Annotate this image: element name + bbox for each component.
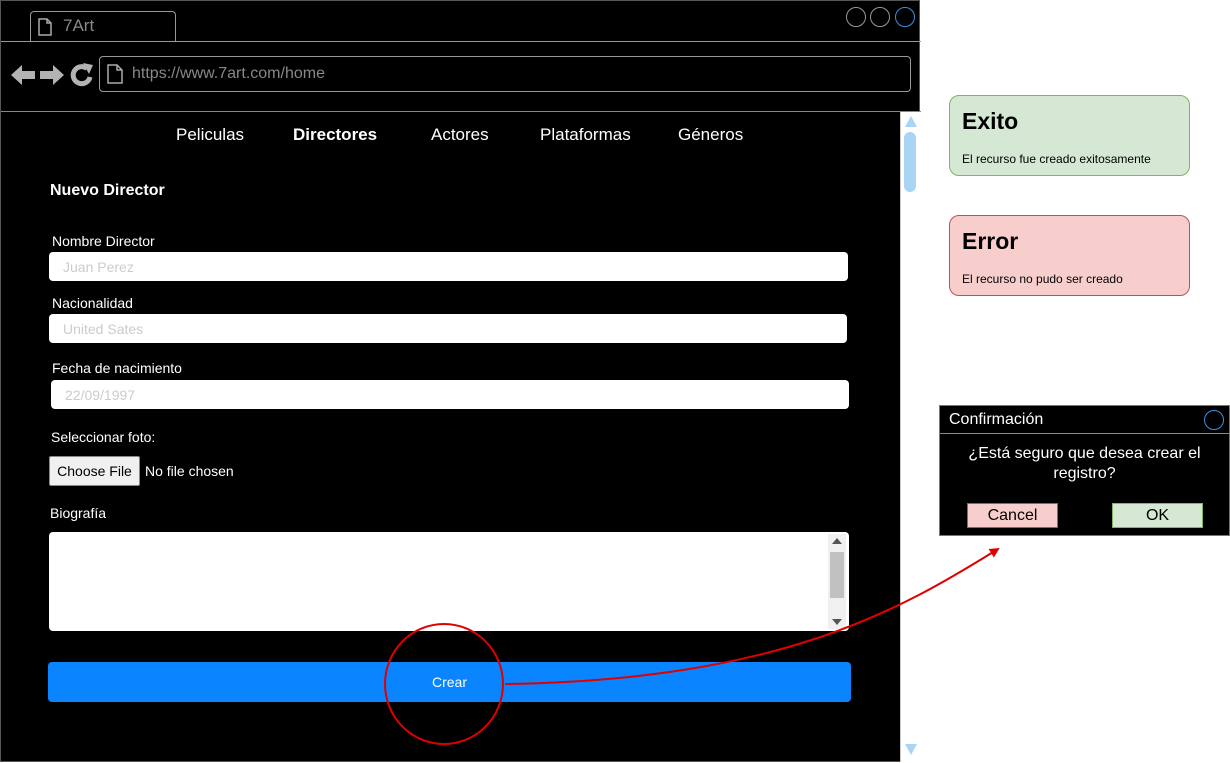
browser-window: 7Art https://www.7art.com/home Peliculas… bbox=[0, 0, 921, 762]
page-scrollbar[interactable] bbox=[900, 112, 920, 762]
nacionalidad-input[interactable] bbox=[49, 314, 847, 343]
minimize-button[interactable] bbox=[846, 7, 866, 27]
scroll-down-arrow-icon[interactable] bbox=[905, 744, 917, 755]
chrome-divider bbox=[1, 111, 921, 112]
fecha-input[interactable] bbox=[51, 380, 849, 409]
fecha-label: Fecha de nacimiento bbox=[52, 360, 182, 376]
biografia-label: Biografía bbox=[50, 505, 107, 521]
nacionalidad-label: Nacionalidad bbox=[52, 295, 133, 311]
error-title: Error bbox=[962, 228, 1019, 254]
tab-title: 7Art bbox=[63, 16, 95, 35]
crear-button[interactable]: Crear bbox=[48, 662, 851, 702]
error-message: El recurso no pudo ser creado bbox=[962, 272, 1123, 286]
nav-item-plataformas[interactable]: Plataformas bbox=[540, 125, 631, 145]
maximize-button[interactable] bbox=[870, 7, 890, 27]
scroll-up-arrow-icon[interactable] bbox=[905, 116, 917, 127]
foto-label: Seleccionar foto: bbox=[51, 429, 156, 445]
success-title: Exito bbox=[962, 108, 1019, 134]
form-title: Nuevo Director bbox=[50, 182, 165, 199]
dialog-cancel-button[interactable]: Cancel bbox=[967, 503, 1058, 528]
textarea-scroll-down-icon[interactable] bbox=[832, 619, 842, 625]
dialog-question: ¿Está seguro que desea crear el registro… bbox=[968, 445, 1201, 482]
tab-divider bbox=[1, 41, 921, 42]
address-bar[interactable]: https://www.7art.com/home bbox=[99, 56, 911, 92]
dialog-title: Confirmación bbox=[949, 411, 1044, 428]
nombre-label: Nombre Director bbox=[52, 233, 155, 249]
scroll-thumb[interactable] bbox=[904, 132, 916, 192]
reload-icon[interactable] bbox=[70, 62, 94, 93]
close-window-button[interactable] bbox=[895, 7, 915, 27]
choose-file-button[interactable]: Choose File bbox=[49, 456, 140, 486]
dialog-ok-button[interactable]: OK bbox=[1112, 503, 1203, 528]
dialog-title-bar: Confirmación bbox=[940, 406, 1229, 434]
nav-item-actores[interactable]: Actores bbox=[431, 125, 489, 145]
nombre-input[interactable] bbox=[49, 252, 848, 281]
dialog-close-button[interactable] bbox=[1204, 410, 1224, 430]
url-text[interactable]: https://www.7art.com/home bbox=[132, 65, 325, 83]
file-status: No file chosen bbox=[145, 463, 234, 479]
biografia-textarea[interactable] bbox=[49, 532, 849, 631]
back-arrow-icon[interactable] bbox=[10, 63, 36, 92]
textarea-scrollbar[interactable] bbox=[828, 534, 846, 629]
textarea-scroll-thumb[interactable] bbox=[830, 552, 844, 598]
confirm-dialog: Confirmación ¿Está seguro que desea crea… bbox=[939, 405, 1230, 536]
browser-tab[interactable]: 7Art bbox=[30, 11, 176, 42]
success-message: El recurso fue creado exitosamente bbox=[962, 152, 1151, 166]
error-notification: Error El recurso no pudo ser creado bbox=[949, 215, 1190, 296]
success-notification: Exito El recurso fue creado exitosamente bbox=[949, 95, 1190, 176]
forward-arrow-icon[interactable] bbox=[39, 63, 65, 92]
nav-item-generos[interactable]: Géneros bbox=[678, 125, 743, 145]
nav-item-directores[interactable]: Directores bbox=[293, 125, 377, 145]
textarea-scroll-up-icon[interactable] bbox=[832, 538, 842, 544]
page-icon bbox=[38, 18, 52, 36]
page-icon bbox=[107, 64, 123, 84]
nav-item-peliculas[interactable]: Peliculas bbox=[176, 125, 244, 145]
